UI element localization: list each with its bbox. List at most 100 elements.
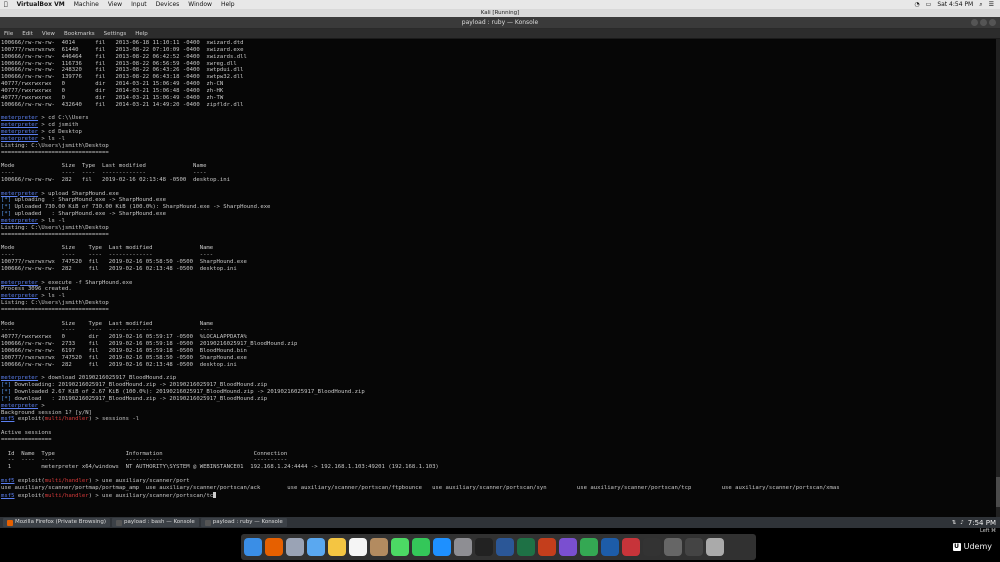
terminal-line: 100666/rw-rw-rw- 4014 fil 2013-06-18 11:… [1, 40, 1000, 47]
msf-prompt: msf5 [1, 416, 15, 423]
network-icon[interactable]: ⇅ [952, 520, 957, 526]
terminal-line: ================================ [1, 307, 1000, 314]
messages-icon[interactable] [391, 538, 409, 556]
terminal-text: > [38, 402, 45, 409]
firefox-icon[interactable] [265, 538, 283, 556]
menu-window[interactable]: Window [188, 1, 212, 8]
menu-input[interactable]: Input [131, 1, 147, 8]
mail-icon[interactable] [307, 538, 325, 556]
scrollbar-thumb[interactable] [996, 477, 1000, 507]
minimize-button[interactable] [971, 19, 978, 26]
terminal-line: 100777/rwxrwxrwx 747520 fil 2019-02-16 0… [1, 355, 1000, 362]
photos-icon[interactable] [328, 538, 346, 556]
menu-help[interactable]: Help [221, 1, 235, 8]
finder-icon[interactable] [244, 538, 262, 556]
menu-virtualbox[interactable]: VirtualBox VM [17, 1, 65, 8]
app-icon[interactable] [664, 538, 682, 556]
mac-dock-area: U Udemy Left ⌘ [0, 528, 1000, 562]
menu-machine[interactable]: Machine [74, 1, 99, 8]
chrome-icon[interactable] [580, 538, 598, 556]
terminal-text: 100666/rw-rw-rw- 116736 fil 2013-08-22 0… [1, 60, 237, 67]
search-icon[interactable]: ⌕ [979, 1, 982, 9]
word-icon[interactable] [496, 538, 514, 556]
terminal-text: =============== [1, 436, 52, 443]
screen-icon[interactable] [643, 538, 661, 556]
apple-menu-icon[interactable]:  [4, 1, 8, 8]
task-konsole-ruby[interactable]: payload : ruby — Konsole [200, 518, 287, 527]
launchpad-icon[interactable] [286, 538, 304, 556]
facetime-icon[interactable] [412, 538, 430, 556]
terminal-text: ================================ [1, 306, 109, 313]
terminal-line: Listing: C:\Users\jsmith\Desktop [1, 300, 1000, 307]
battery-icon[interactable]: ▭ [926, 1, 932, 8]
meterpreter-prompt: meterpreter [1, 115, 39, 122]
terminal-line: 100666/rw-rw-rw- 139776 fil 2013-08-22 0… [1, 74, 1000, 81]
terminal-output[interactable]: 100666/rw-rw-rw- 4014 fil 2013-06-18 11:… [0, 39, 1000, 517]
terminal-line: [*] Downloaded 2.67 KiB of 2.67 KiB (100… [1, 389, 1000, 396]
terminal-text: ---- ---- ---- ------------- ---- [1, 252, 214, 259]
konsole-menu-help[interactable]: Help [135, 31, 148, 37]
maximize-button[interactable] [980, 19, 987, 26]
calendar-icon[interactable] [349, 538, 367, 556]
terminal-icon[interactable] [475, 538, 493, 556]
terminal-text: Mode Size Type Last modified Name [1, 245, 214, 252]
virtualbox-icon[interactable] [601, 538, 619, 556]
trash-icon[interactable] [706, 538, 724, 556]
app-icon[interactable] [559, 538, 577, 556]
terminal-scrollbar[interactable] [996, 39, 1000, 517]
task-firefox[interactable]: Mozilla Firefox (Private Browsing) [3, 518, 111, 527]
contacts-icon[interactable] [370, 538, 388, 556]
meterpreter-prompt: meterpreter [1, 402, 39, 409]
terminal-text: 100666/rw-rw-rw- 2733 fil 2019-02-16 05:… [1, 341, 298, 348]
terminal-text: 100666/rw-rw-rw- 139776 fil 2013-08-22 0… [1, 74, 244, 81]
close-button[interactable] [989, 19, 996, 26]
appstore-icon[interactable] [433, 538, 451, 556]
terminal-line: Listing: C:\Users\jsmith\Desktop [1, 143, 1000, 150]
task-konsole-bash[interactable]: payload : bash — Konsole [112, 518, 199, 527]
konsole-menu-settings[interactable]: Settings [104, 31, 127, 37]
menubar-clock[interactable]: Sat 4:54 PM [937, 1, 973, 8]
terminal-line: use auxiliary/scanner/portmap/portmap_am… [1, 485, 1000, 492]
terminal-text: ================================ [1, 149, 109, 156]
terminal-text: Process 3096 created. [1, 286, 72, 293]
konsole-menu-bookmarks[interactable]: Bookmarks [64, 31, 95, 37]
kbd-indicator: Left ⌘ [980, 528, 996, 534]
terminal-line: [*] download : 20190216025917_BloodHound… [1, 396, 1000, 403]
terminal-line: =============== [1, 437, 1000, 444]
terminal-text: 40777/rwxrwxrwx 0 dir 2014-03-21 15:06:4… [1, 81, 224, 88]
terminal-text: Mode Size Type Last modified Name [1, 320, 214, 327]
terminal-text: ) > use auxiliary/scanner/port [88, 478, 190, 484]
terminal-text: > cd jsmith [38, 122, 79, 129]
taskbar-clock[interactable]: 7:54 PM [968, 519, 996, 527]
status-marker: [*] [1, 204, 12, 211]
terminal-text: 100777/rwxrwxrwx 747520 fil 2019-02-16 0… [1, 259, 247, 265]
terminal-line: 100666/rw-rw-rw- 282 fil 2019-02-16 02:1… [1, 266, 1000, 273]
system-prefs-icon[interactable] [454, 538, 472, 556]
terminal-line: ================================ [1, 150, 1000, 157]
volume-icon[interactable]: ♪ [960, 520, 964, 526]
powerpoint-icon[interactable] [538, 538, 556, 556]
meterpreter-prompt: meterpreter [1, 375, 39, 382]
terminal-text: 100666/rw-rw-rw- 282 fil 2019-02-16 02:1… [1, 265, 237, 272]
terminal-line: meterpreter > ls -l [1, 218, 1000, 225]
menu-list-icon[interactable]: ☰ [989, 1, 994, 8]
status-marker: [*] [1, 382, 12, 389]
terminal-line: ================================ [1, 232, 1000, 239]
terminal-text: 40777/rwxrwxrwx 0 dir 2014-03-21 15:06:4… [1, 87, 224, 94]
menu-view[interactable]: View [108, 1, 122, 8]
wifi-icon[interactable]: ◔ [914, 1, 919, 8]
app-icon[interactable] [622, 538, 640, 556]
app-icon[interactable] [685, 538, 703, 556]
konsole-menu-view[interactable]: View [42, 31, 55, 37]
task-label: Mozilla Firefox (Private Browsing) [15, 519, 107, 525]
terminal-text: > cd C:\\Users [38, 115, 89, 122]
terminal-text: 100666/rw-rw-rw- 282 fil 2019-02-16 02:1… [1, 361, 237, 368]
msf-module: multi/handler [44, 492, 89, 499]
konsole-menu-edit[interactable]: Edit [22, 31, 33, 37]
excel-icon[interactable] [517, 538, 535, 556]
konsole-menu-file[interactable]: File [4, 31, 13, 37]
menu-devices[interactable]: Devices [156, 1, 180, 8]
terminal-text: 100666/rw-rw-rw- 6197 fil 2019-02-16 05:… [1, 347, 247, 354]
